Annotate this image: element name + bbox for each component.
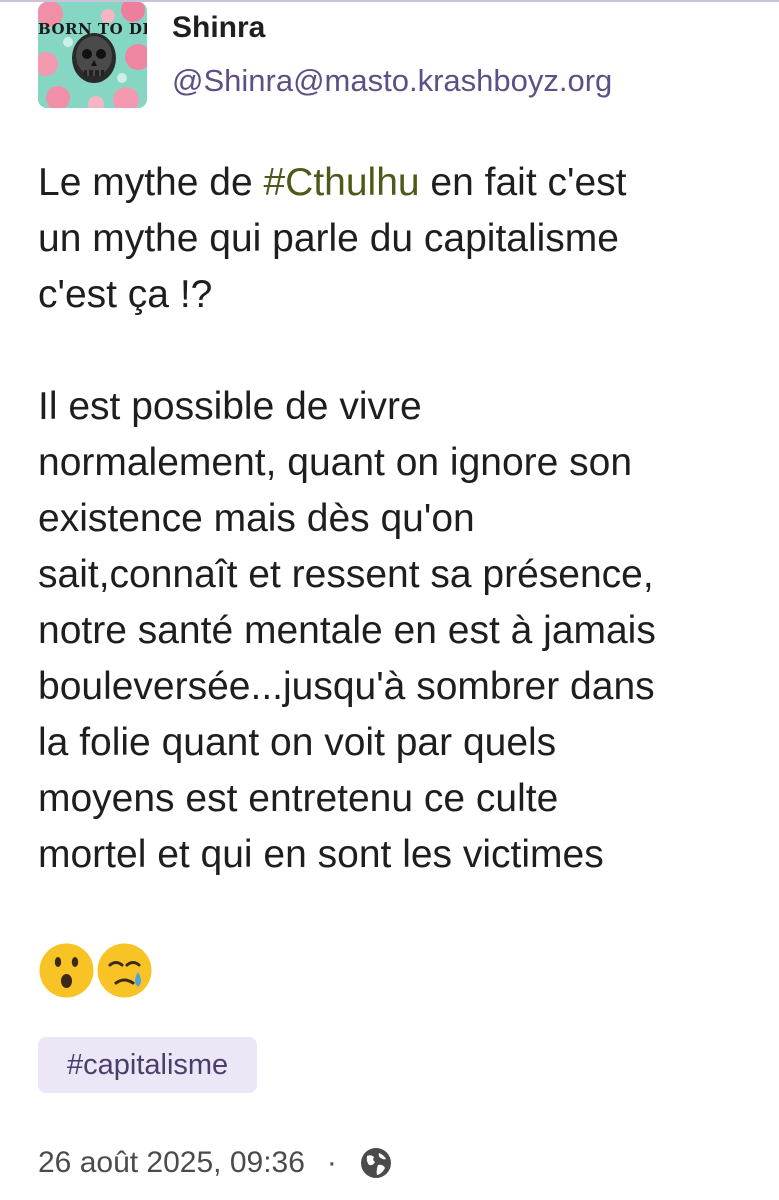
surprised-face-icon [39,943,94,998]
content-line: sait,connaît et ressent sa présence, [38,553,654,596]
content-line-3: c'est ça !? [38,273,213,316]
globe-icon [360,1148,391,1178]
post-meta: 26 août 2025, 09:36 · [38,1146,393,1180]
author-handle[interactable]: @Shinra@masto.krashboyz.org [172,59,612,103]
content-line: normalement, quant on ignore son [38,441,633,484]
content-line: la folie quant on voit par quels [38,721,557,764]
content-line: notre santé mentale en est à jamais [38,609,656,652]
author-display-name[interactable]: Shinra [172,8,612,48]
avatar[interactable]: BORN TO DIE [38,2,147,108]
emoji-row [38,942,153,999]
content-text: Le mythe de [38,161,264,204]
content-line-1: Le mythe de #Cthulhu en fait c'est [38,155,768,211]
meta-separator: · [326,1146,337,1179]
content-line: Il est possible de vivre [38,385,422,428]
content-line: bouleversée...jusqu'à sombrer dans [38,665,655,708]
content-line-2: un mythe qui parle du capitalisme [38,217,619,260]
content-line: mortel et qui en sont les victimes [38,833,604,876]
author-block: Shinra @Shinra@masto.krashboyz.org [172,2,612,103]
post-timestamp[interactable]: 26 août 2025, 09:36 [38,1146,305,1180]
hashtag-link[interactable]: #Cthulhu [263,161,419,204]
content-line: moyens est entretenu ce culte [38,777,559,820]
post-header: BORN TO DIE Shinra @Shinra@masto.krashbo… [38,2,612,110]
crying-face-icon [97,943,152,998]
hashtag-chip[interactable]: #capitalisme [38,1037,258,1093]
content-text: en fait c'est [419,161,627,204]
avatar-image [38,2,147,108]
content-line: existence mais dès qu'on [38,497,475,540]
avatar-caption: BORN TO DIE [38,20,147,38]
post-content: Le mythe de #Cthulhu en fait c'est un my… [38,155,768,883]
